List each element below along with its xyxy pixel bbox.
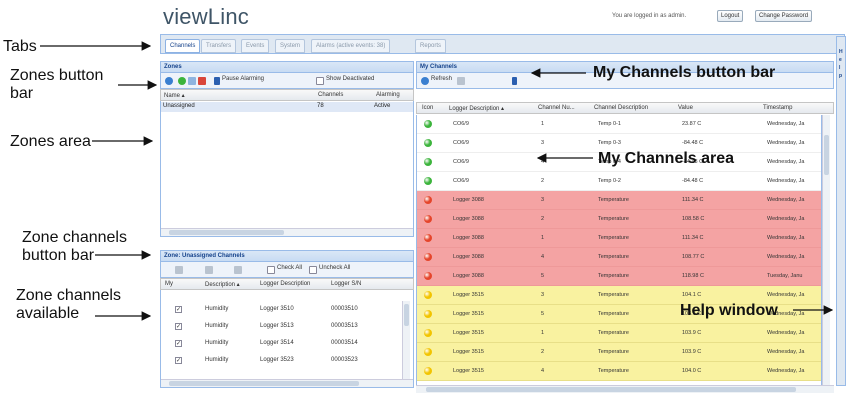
callout-arrows — [40, 41, 834, 321]
screenshot-root: viewLinc You are logged in as admin. Log… — [0, 0, 850, 393]
